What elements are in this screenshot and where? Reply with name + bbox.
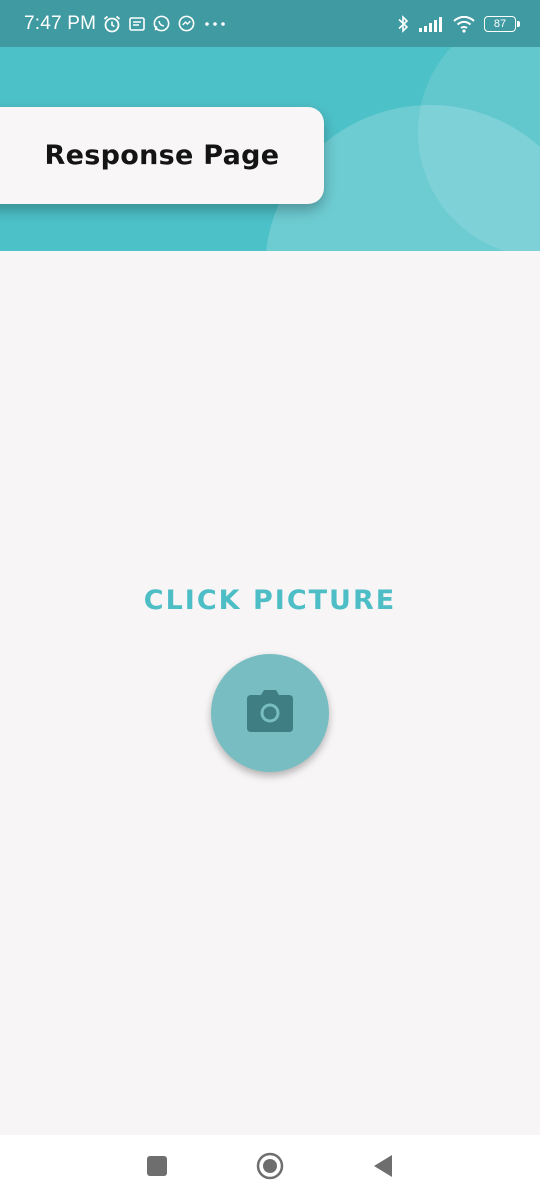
- click-picture-label: CLICK PICTURE: [143, 585, 397, 616]
- battery-level: 87: [493, 17, 507, 30]
- status-bar: 7:47 PM 87: [0, 0, 540, 47]
- home-button[interactable]: [250, 1148, 290, 1188]
- title-card: Response Page: [0, 107, 324, 204]
- signal-icon: [418, 15, 444, 33]
- more-dots-icon: [202, 15, 228, 33]
- recents-button[interactable]: [137, 1148, 177, 1188]
- status-time: 7:47 PM: [24, 12, 97, 34]
- battery-icon: 87: [484, 15, 520, 32]
- wifi-icon: [452, 14, 476, 34]
- camera-button[interactable]: [211, 654, 329, 772]
- recents-square-icon: [146, 1155, 168, 1181]
- alarm-icon: [102, 14, 122, 34]
- back-triangle-icon: [372, 1154, 394, 1182]
- bluetooth-icon: [396, 14, 410, 34]
- message-icon: [128, 15, 146, 33]
- navigation-bar: [0, 1135, 540, 1200]
- page-title: Response Page: [44, 140, 280, 171]
- back-button[interactable]: [363, 1148, 403, 1188]
- camera-icon: [245, 689, 295, 737]
- whatsapp-icon: [152, 14, 171, 33]
- home-circle-icon: [255, 1151, 285, 1185]
- messenger-icon: [177, 14, 196, 33]
